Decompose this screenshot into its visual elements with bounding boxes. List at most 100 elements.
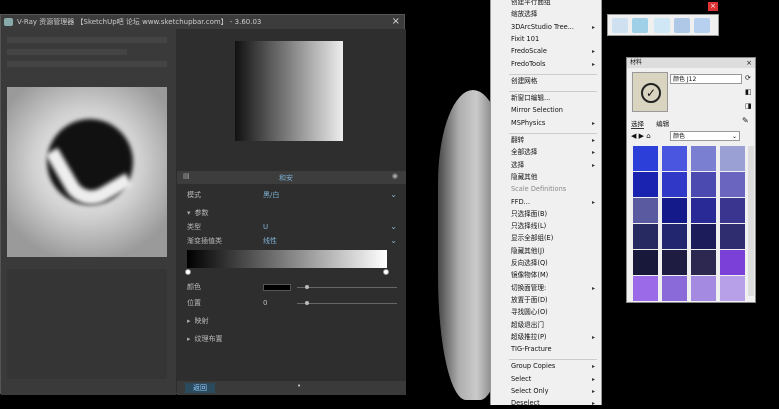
material-swatch[interactable] — [691, 250, 716, 275]
material-swatch[interactable] — [691, 172, 716, 197]
material-swatch[interactable] — [720, 250, 745, 275]
menu-item[interactable]: Scale Definitions — [511, 183, 601, 195]
home-icon[interactable]: ⌂ — [646, 132, 650, 140]
menu-item[interactable]: 超级推拉(P) — [511, 331, 601, 343]
menu-item[interactable]: MSPhysics — [511, 117, 601, 129]
params-section[interactable]: ▾ 参数 — [187, 207, 397, 219]
material-swatch[interactable] — [633, 250, 658, 275]
menu-item[interactable]: 创建平行面组 — [511, 0, 601, 8]
material-swatch[interactable] — [662, 250, 687, 275]
menu-item[interactable]: Select — [511, 373, 601, 385]
material-swatch[interactable] — [633, 146, 658, 171]
menu-item[interactable]: Fixit 101 — [511, 33, 601, 45]
menu-item[interactable]: 放置于面(D) — [511, 294, 601, 306]
gradient-ramp[interactable] — [187, 250, 387, 268]
menu-item[interactable]: 显示全部组(E) — [511, 232, 601, 244]
category-select[interactable]: 颜色 ⌄ — [670, 131, 740, 141]
material-swatch[interactable] — [633, 198, 658, 223]
close-button[interactable]: × — [746, 58, 752, 68]
submenu-arrow-icon: ▸ — [591, 137, 595, 144]
tool-icon-1[interactable] — [612, 18, 628, 33]
material-swatch[interactable] — [720, 198, 745, 223]
material-swatch[interactable] — [633, 224, 658, 249]
menu-item[interactable]: 缩放选择 — [511, 8, 601, 20]
menu-item[interactable]: FFD... — [511, 196, 601, 208]
menu-item[interactable]: Mirror Selection — [511, 104, 601, 116]
type-row[interactable]: 类型 U ⌄ — [187, 221, 397, 233]
color-swatch[interactable] — [263, 284, 291, 291]
panel-title-bar[interactable]: 材料 × — [627, 58, 755, 68]
position-value[interactable]: 0 — [263, 297, 267, 309]
window-title-bar[interactable]: V-Ray 资源管理器 【SketchUp吧 论坛 www.sketchupba… — [1, 15, 404, 29]
menu-item[interactable]: TIG-Fracture — [511, 343, 601, 355]
material-swatch[interactable] — [662, 224, 687, 249]
color-slider[interactable] — [297, 287, 397, 288]
material-swatch[interactable] — [662, 172, 687, 197]
close-button[interactable]: × — [392, 16, 400, 28]
back-icon[interactable]: ◀ — [631, 132, 636, 140]
material-swatch[interactable] — [662, 276, 687, 301]
material-swatch[interactable] — [633, 172, 658, 197]
back-tab[interactable]: 返回 — [185, 383, 215, 393]
menu-item[interactable]: 全部选择 — [511, 146, 601, 158]
menu-item[interactable]: Deselect — [511, 397, 601, 409]
material-swatch[interactable] — [662, 198, 687, 223]
menu-item[interactable]: 创建网格 — [511, 75, 601, 87]
blend-section[interactable]: ▸ 映射 — [187, 315, 397, 327]
menu-item[interactable]: FredoScale — [511, 45, 601, 57]
material-swatch[interactable] — [720, 224, 745, 249]
material-swatch[interactable] — [633, 276, 658, 301]
tab-edit[interactable]: 编辑 — [656, 120, 669, 128]
menu-item[interactable]: 隐藏其他 — [511, 171, 601, 183]
position-row: 位置 0 — [187, 297, 397, 309]
menu-item[interactable]: 反向选择(Q) — [511, 257, 601, 269]
reset-icon[interactable]: ⟳ — [745, 74, 751, 82]
tab-select[interactable]: 选择 — [631, 120, 644, 129]
menu-item[interactable]: 切换面管理: — [511, 282, 601, 294]
paint-icon[interactable]: ◨ — [745, 102, 752, 110]
position-slider[interactable] — [297, 303, 397, 304]
texture-header[interactable]: ▤ 和安 ◉ — [177, 171, 406, 184]
menu-item[interactable]: 只选择面(B) — [511, 208, 601, 220]
tool-icon-4[interactable] — [674, 18, 690, 33]
eyedropper-icon[interactable]: ✎ — [742, 116, 749, 125]
asset-list[interactable] — [7, 269, 167, 379]
material-swatch[interactable] — [662, 146, 687, 171]
material-name-field[interactable]: 颜色 J12 — [670, 74, 742, 84]
slider-knob[interactable] — [305, 285, 309, 289]
scrollbar[interactable] — [748, 146, 754, 296]
menu-item[interactable]: 寻找圆心(O) — [511, 306, 601, 318]
forward-icon[interactable]: ▶ — [639, 132, 644, 140]
menu-item[interactable]: 3DArcStudio Tree... — [511, 21, 601, 33]
material-swatch[interactable] — [691, 224, 716, 249]
tool-icon-3[interactable] — [654, 18, 670, 33]
menu-item[interactable]: 翻转 — [511, 134, 601, 146]
menu-item[interactable]: 选择 — [511, 159, 601, 171]
texture-placement-section[interactable]: ▸ 纹理布置 — [187, 333, 397, 345]
menu-item[interactable]: Select Only — [511, 385, 601, 397]
gradient-stop-right[interactable] — [383, 269, 389, 275]
interp-row[interactable]: 渐变插值类 线性 ⌄ — [187, 235, 397, 247]
menu-item[interactable]: FredoTools — [511, 58, 601, 70]
material-swatch[interactable] — [720, 172, 745, 197]
menu-item[interactable]: 隐藏其他(J) — [511, 245, 601, 257]
material-swatch[interactable] — [691, 146, 716, 171]
tool-icon-2[interactable] — [632, 18, 648, 33]
menu-item[interactable]: 超级退出门 — [511, 319, 601, 331]
menu-item-label: 切换面管理: — [511, 283, 547, 292]
slider-knob[interactable] — [305, 301, 309, 305]
menu-item[interactable]: 镜像物体(M) — [511, 269, 601, 281]
mode-row[interactable]: 模式 黑/白 ⌄ — [187, 189, 397, 201]
eye-icon[interactable]: ◉ — [392, 172, 398, 180]
gradient-stop-left[interactable] — [185, 269, 191, 275]
material-swatch[interactable] — [691, 276, 716, 301]
material-swatch[interactable] — [720, 276, 745, 301]
tool-icon-5[interactable] — [694, 18, 710, 33]
menu-item[interactable]: 只选择线(L) — [511, 220, 601, 232]
toolbar-close-button[interactable]: × — [708, 2, 718, 11]
material-swatch[interactable] — [720, 146, 745, 171]
menu-item[interactable]: Group Copies — [511, 360, 601, 372]
menu-item[interactable]: 新窗口编辑... — [511, 92, 601, 104]
create-material-icon[interactable]: ◧ — [745, 88, 752, 96]
material-swatch[interactable] — [691, 198, 716, 223]
